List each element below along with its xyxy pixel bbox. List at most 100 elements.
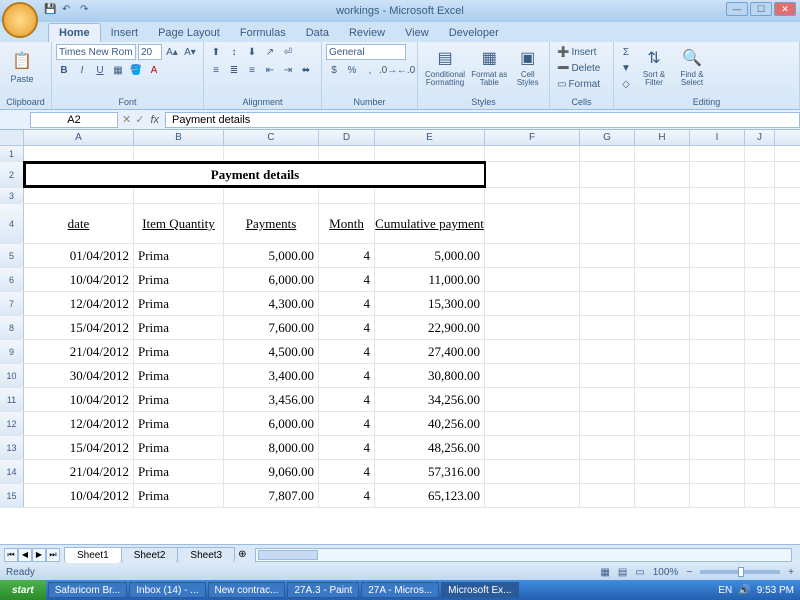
tray-icon[interactable]: 🔊	[738, 585, 750, 596]
row-header-1[interactable]: 1	[0, 146, 24, 161]
formula-input[interactable]: Payment details	[165, 112, 800, 128]
cell-month[interactable]: 4	[319, 340, 375, 363]
tab-formulas[interactable]: Formulas	[230, 24, 296, 42]
cell-empty[interactable]	[635, 388, 690, 411]
fx-icon[interactable]: fx	[150, 114, 159, 126]
row-header-2[interactable]: 2	[0, 162, 24, 187]
cell-month[interactable]: 4	[319, 388, 375, 411]
cell-empty[interactable]	[580, 188, 635, 203]
cell-empty[interactable]	[745, 268, 775, 291]
shrink-font-button[interactable]: A▾	[182, 44, 198, 60]
cell-empty[interactable]	[635, 436, 690, 459]
cell-empty[interactable]	[635, 204, 690, 243]
cell-cumulative[interactable]: 65,123.00	[375, 484, 485, 507]
cell-empty[interactable]	[745, 244, 775, 267]
comma-button[interactable]: ,	[362, 62, 378, 78]
tab-insert[interactable]: Insert	[101, 24, 149, 42]
align-center-button[interactable]: ≣	[226, 62, 242, 78]
cell-empty[interactable]	[134, 146, 224, 161]
clear-button[interactable]: ◇	[618, 76, 634, 92]
font-color-button[interactable]: A	[146, 62, 162, 78]
cell-cumulative[interactable]: 40,256.00	[375, 412, 485, 435]
cell-empty[interactable]	[635, 162, 690, 187]
enter-icon[interactable]: ✓	[135, 113, 144, 126]
undo-icon[interactable]: ↶	[62, 4, 76, 18]
cell-payment[interactable]: 7,600.00	[224, 316, 319, 339]
office-button[interactable]	[2, 2, 38, 38]
row-header-7[interactable]: 7	[0, 292, 24, 315]
cell-empty[interactable]	[635, 340, 690, 363]
close-button[interactable]: ✕	[774, 2, 796, 16]
col-header-G[interactable]: G	[580, 130, 635, 145]
cell-empty[interactable]	[745, 388, 775, 411]
cell-empty[interactable]	[690, 244, 745, 267]
cell-date[interactable]: 10/04/2012	[24, 484, 134, 507]
align-middle-button[interactable]: ↕	[226, 44, 242, 60]
col-header-E[interactable]: E	[375, 130, 485, 145]
tab-data[interactable]: Data	[296, 24, 339, 42]
cell-item[interactable]: Prima	[134, 292, 224, 315]
decrease-indent-button[interactable]: ⇤	[262, 62, 278, 78]
cell-empty[interactable]	[690, 484, 745, 507]
cell-month[interactable]: 4	[319, 364, 375, 387]
increase-indent-button[interactable]: ⇥	[280, 62, 296, 78]
header-cumulative[interactable]: Cumulative payment	[375, 204, 485, 243]
font-name-select[interactable]: Times New Rom	[56, 44, 136, 60]
align-top-button[interactable]: ⬆	[208, 44, 224, 60]
row-header-3[interactable]: 3	[0, 188, 24, 203]
sheet-tab-1[interactable]: Sheet1	[64, 547, 122, 563]
format-as-table-button[interactable]: ▦Format as Table	[470, 44, 508, 90]
cell-month[interactable]: 4	[319, 316, 375, 339]
row-header-8[interactable]: 8	[0, 316, 24, 339]
cell-empty[interactable]	[375, 146, 485, 161]
cell-payment[interactable]: 8,000.00	[224, 436, 319, 459]
taskbar-item-0[interactable]: Safaricom Br...	[48, 582, 128, 598]
cell-empty[interactable]	[580, 162, 635, 187]
cell-cumulative[interactable]: 11,000.00	[375, 268, 485, 291]
cell-empty[interactable]	[580, 340, 635, 363]
header-month[interactable]: Month	[319, 204, 375, 243]
view-break-icon[interactable]: ▭	[635, 567, 644, 578]
find-select-button[interactable]: 🔍Find & Select	[674, 44, 710, 90]
header-date[interactable]: date	[24, 204, 134, 243]
cell-empty[interactable]	[485, 292, 580, 315]
cell-date[interactable]: 21/04/2012	[24, 340, 134, 363]
row-header-5[interactable]: 5	[0, 244, 24, 267]
cell-empty[interactable]	[580, 412, 635, 435]
cell-cumulative[interactable]: 57,316.00	[375, 460, 485, 483]
cell-empty[interactable]	[635, 268, 690, 291]
cell-empty[interactable]	[745, 364, 775, 387]
cell-month[interactable]: 4	[319, 436, 375, 459]
cell-item[interactable]: Prima	[134, 436, 224, 459]
cell-empty[interactable]	[690, 188, 745, 203]
italic-button[interactable]: I	[74, 62, 90, 78]
cell-date[interactable]: 12/04/2012	[24, 412, 134, 435]
cell-empty[interactable]	[485, 244, 580, 267]
cell-empty[interactable]	[580, 316, 635, 339]
cell-payment[interactable]: 7,807.00	[224, 484, 319, 507]
cell-payment[interactable]: 3,456.00	[224, 388, 319, 411]
cell-empty[interactable]	[224, 188, 319, 203]
cell-empty[interactable]	[635, 460, 690, 483]
wrap-text-button[interactable]: ⏎	[280, 44, 296, 60]
merge-center-button[interactable]: ⬌	[298, 62, 314, 78]
horizontal-scrollbar[interactable]	[255, 548, 793, 562]
row-header-13[interactable]: 13	[0, 436, 24, 459]
cell-payment[interactable]: 4,300.00	[224, 292, 319, 315]
cell-month[interactable]: 4	[319, 268, 375, 291]
cell-empty[interactable]	[690, 146, 745, 161]
cell-item[interactable]: Prima	[134, 484, 224, 507]
cell-empty[interactable]	[745, 188, 775, 203]
cell-empty[interactable]	[690, 292, 745, 315]
cell-payment[interactable]: 6,000.00	[224, 268, 319, 291]
decrease-decimal-button[interactable]: ←.0	[398, 62, 414, 78]
tab-page-layout[interactable]: Page Layout	[148, 24, 230, 42]
taskbar-item-3[interactable]: 27A.3 - Paint	[287, 582, 359, 598]
currency-button[interactable]: $	[326, 62, 342, 78]
cell-empty[interactable]	[485, 388, 580, 411]
cell-empty[interactable]	[485, 162, 580, 187]
zoom-level[interactable]: 100%	[653, 567, 679, 578]
cell-payment[interactable]: 6,000.00	[224, 412, 319, 435]
cell-empty[interactable]	[580, 460, 635, 483]
cell-date[interactable]: 10/04/2012	[24, 388, 134, 411]
